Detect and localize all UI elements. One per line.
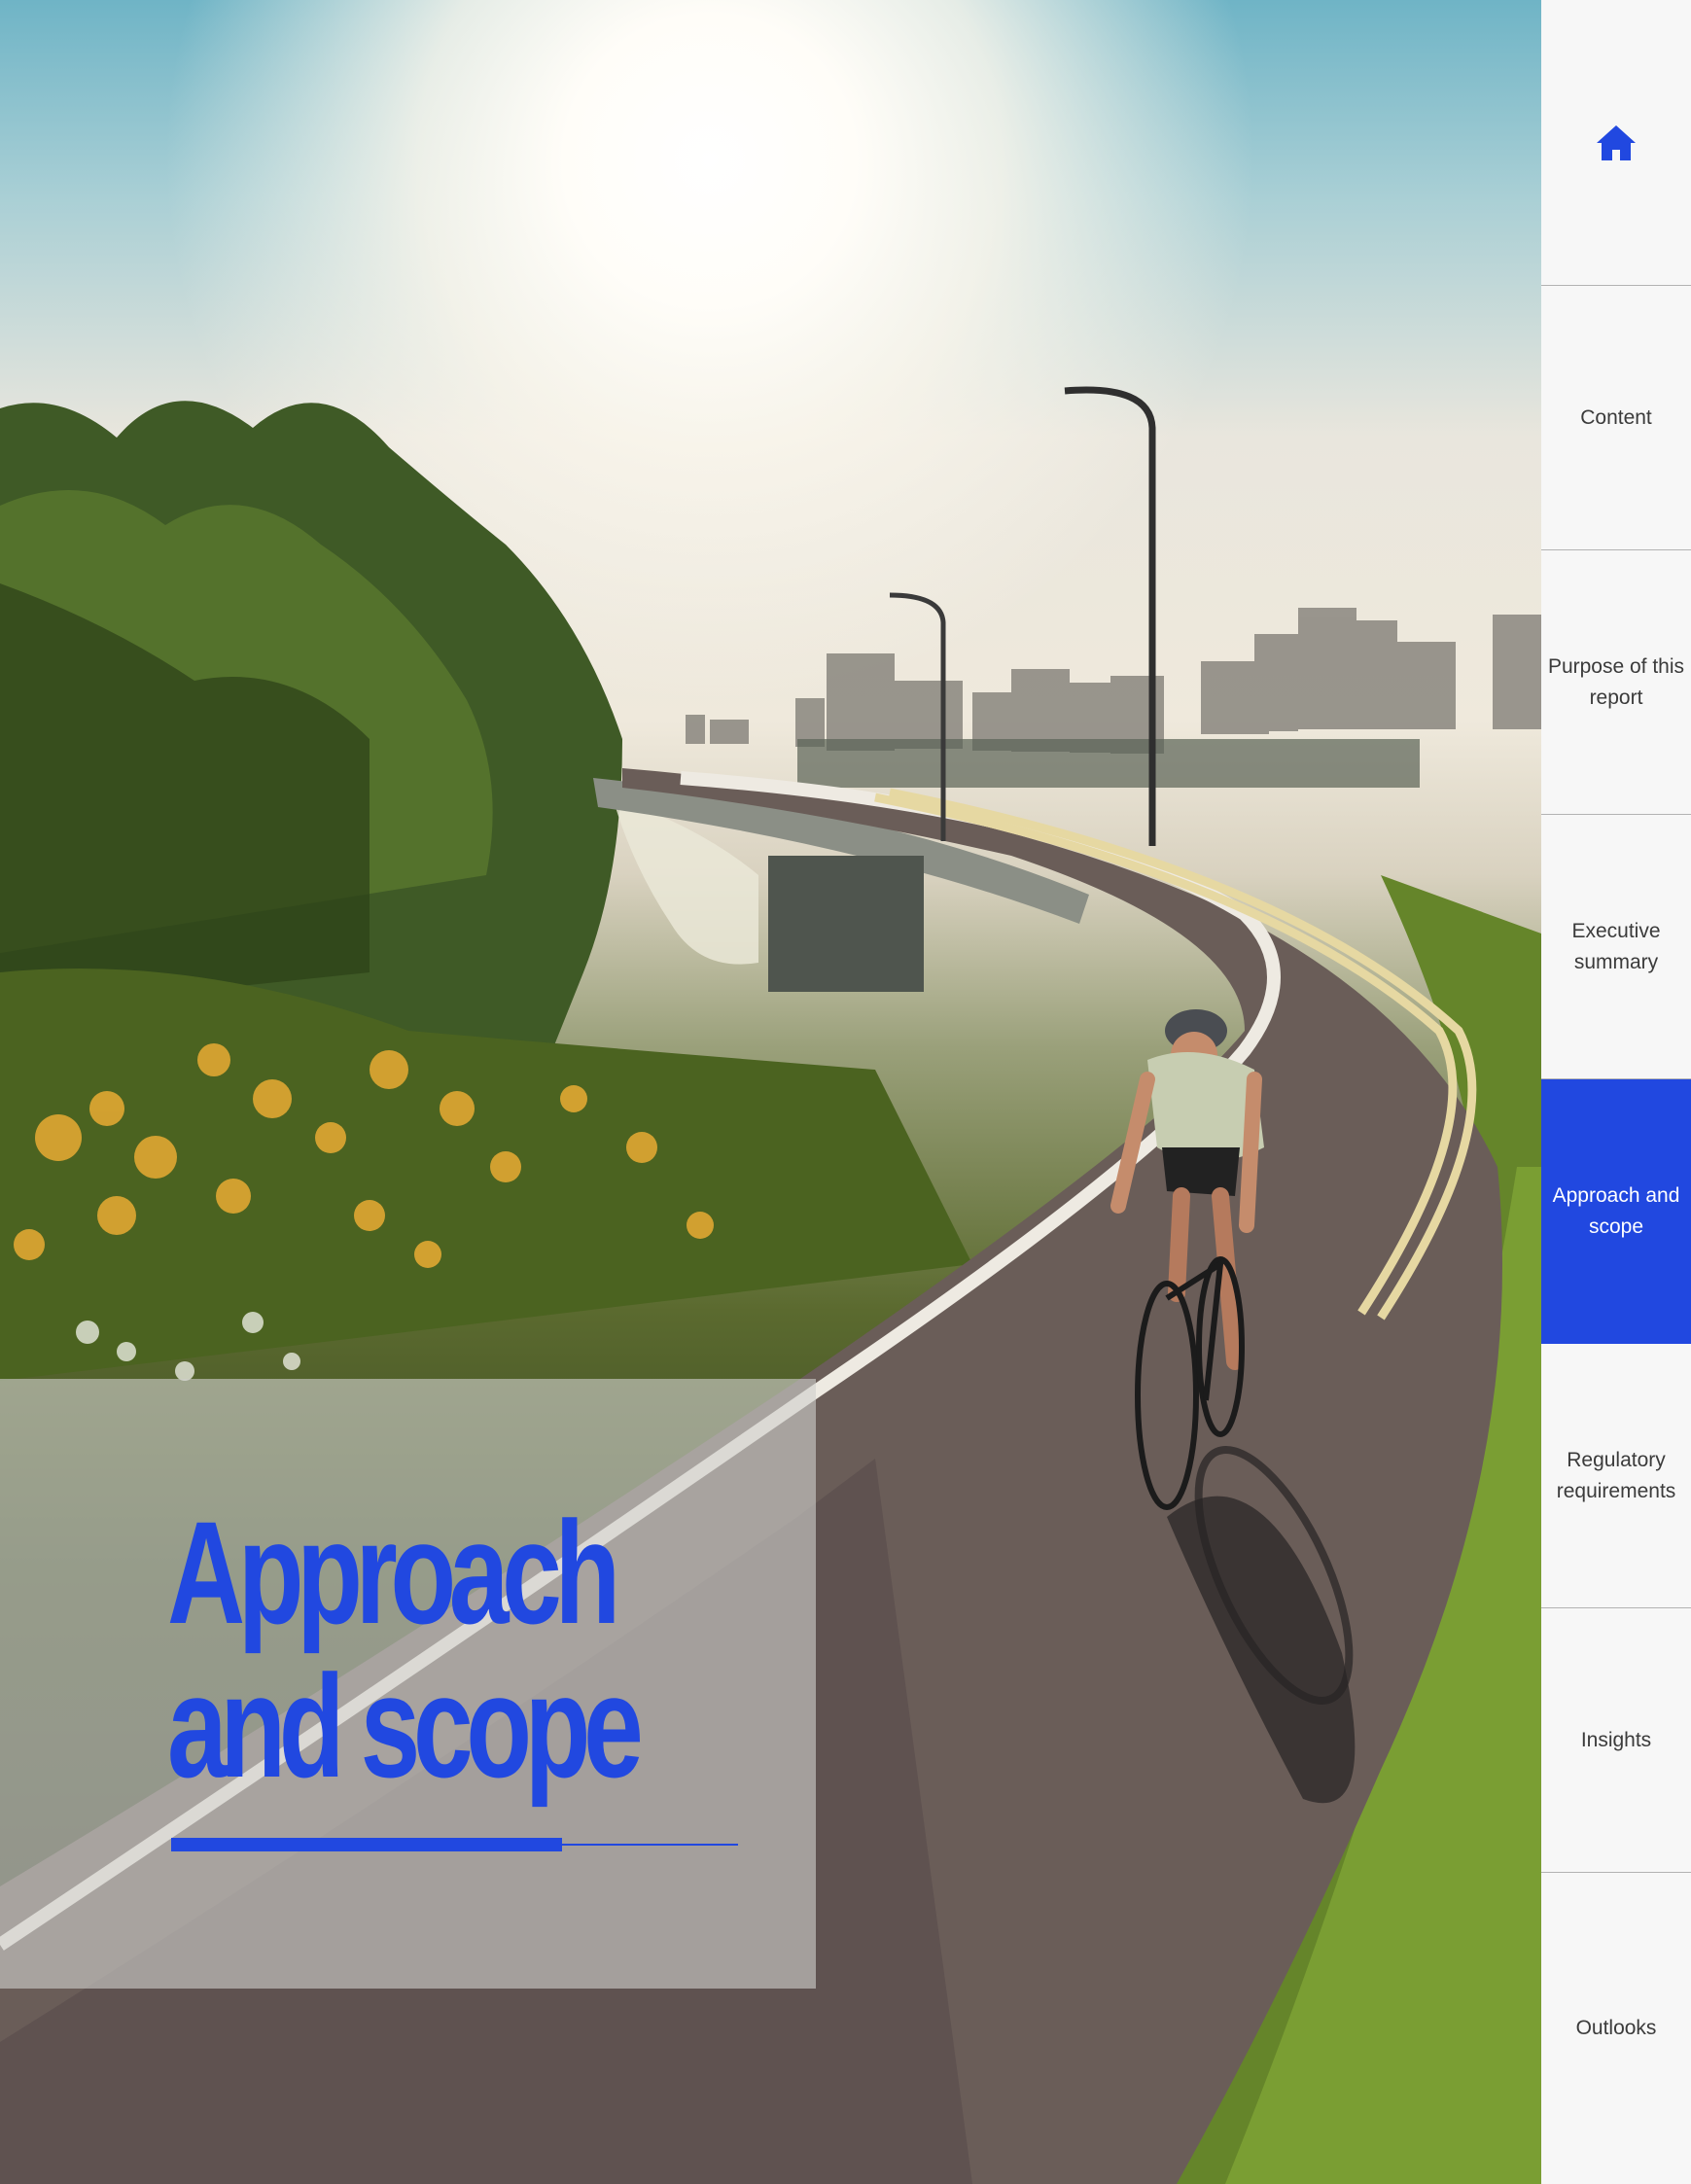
report-page: Approach and scope Content Purpose of th… xyxy=(0,0,1691,2184)
nav-item-content[interactable]: Content xyxy=(1541,286,1691,550)
nav-item-purpose-of-this-report[interactable]: Purpose of this report xyxy=(1541,550,1691,815)
nav-item-approach-and-scope[interactable]: Approach and scope xyxy=(1541,1079,1691,1344)
nav-item-executive-summary[interactable]: Executive summary xyxy=(1541,815,1691,1079)
nav-item-regulatory-requirements[interactable]: Regulatory requirements xyxy=(1541,1344,1691,1608)
title-progress-rule xyxy=(171,1838,738,1851)
nav-item-insights[interactable]: Insights xyxy=(1541,1608,1691,1873)
nav-item-outlooks[interactable]: Outlooks xyxy=(1541,1873,1691,2184)
nav-item-label: Outlooks xyxy=(1575,2017,1657,2039)
section-nav: Content Purpose of this report Executive… xyxy=(1541,0,1691,2184)
nav-item-label: Executive summary xyxy=(1571,919,1661,973)
title-panel: Approach and scope xyxy=(0,1379,816,1989)
page-title-line-2: and scope xyxy=(167,1644,644,1808)
nav-home[interactable] xyxy=(1541,0,1691,286)
page-title-line-1: Approach xyxy=(167,1491,620,1654)
page-title: Approach and scope xyxy=(167,1491,644,1808)
nav-item-label: Insights xyxy=(1580,1728,1652,1751)
title-progress-fill xyxy=(171,1838,563,1851)
nav-item-label: Regulatory requirements xyxy=(1556,1448,1676,1502)
nav-item-label: Purpose of this report xyxy=(1547,654,1685,709)
nav-item-label: Content xyxy=(1580,405,1652,429)
home-icon xyxy=(1597,124,1636,160)
nav-item-label: Approach and scope xyxy=(1552,1183,1680,1238)
